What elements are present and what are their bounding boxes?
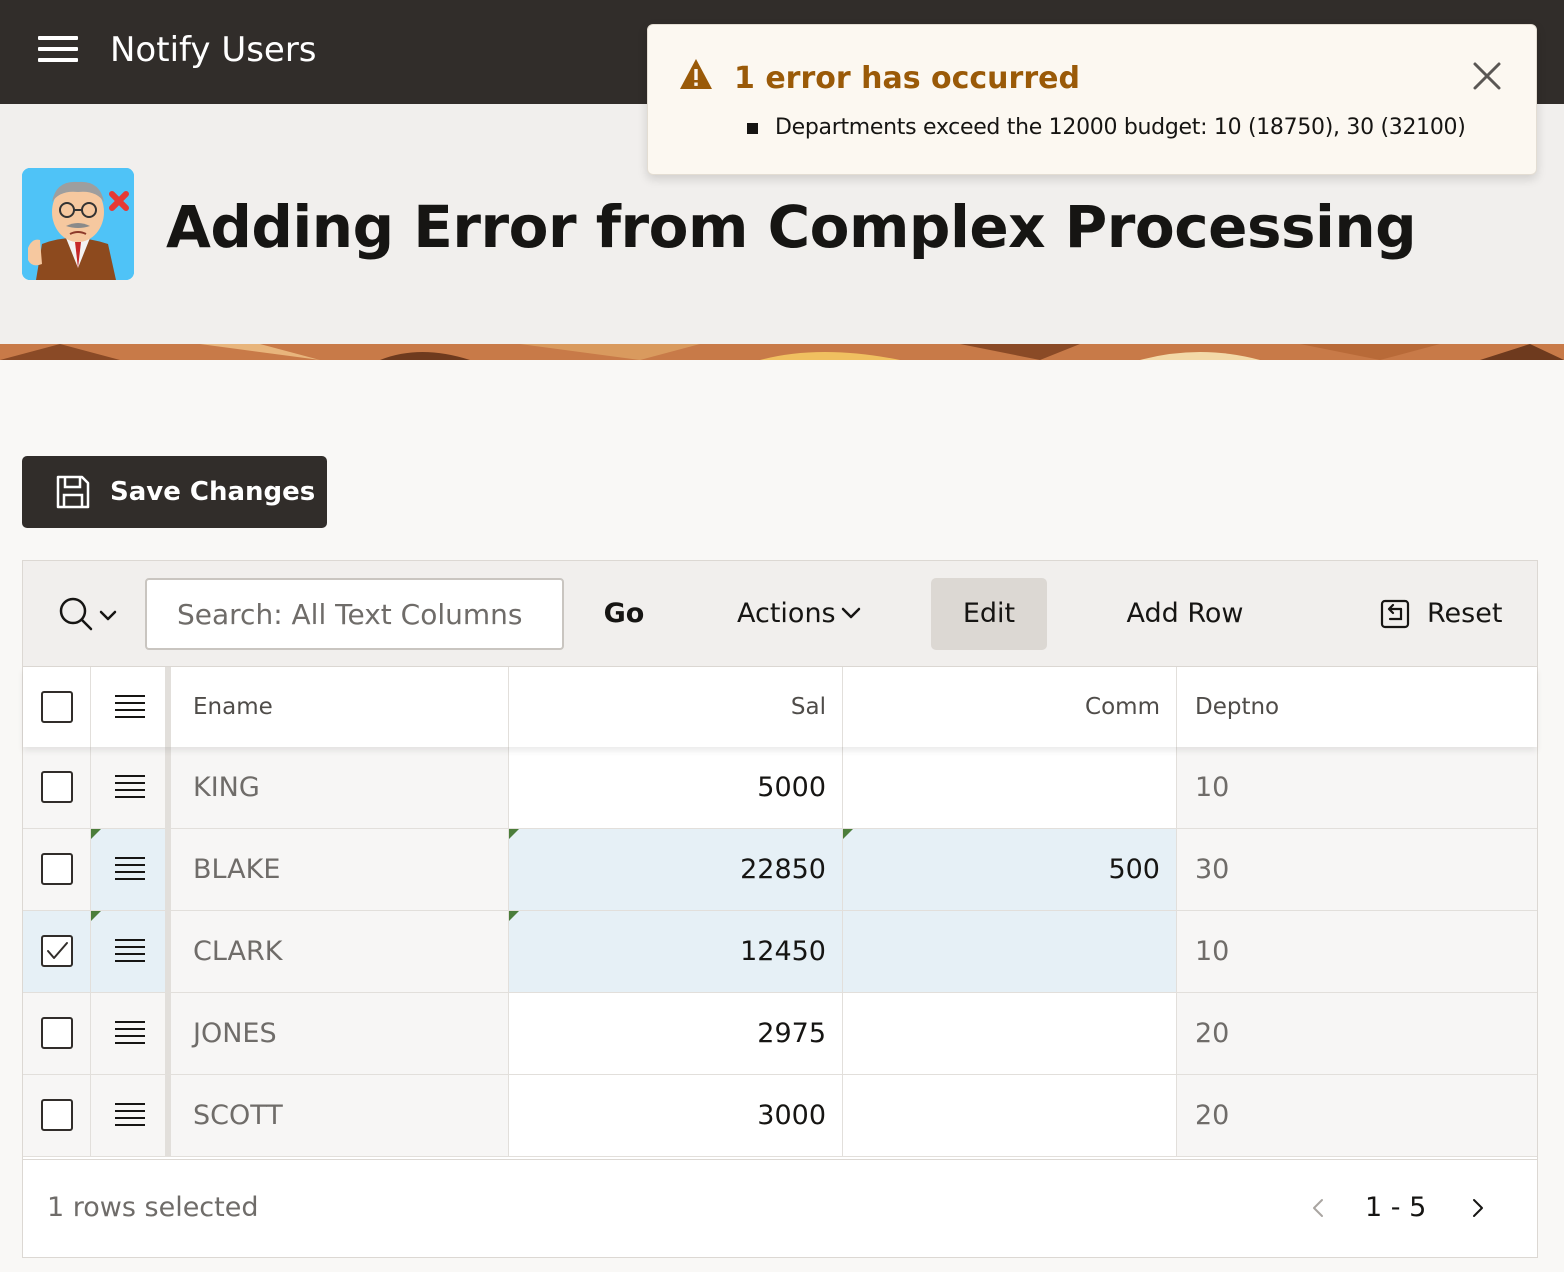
row-actions-cell [91,829,171,910]
close-icon[interactable] [1472,61,1502,91]
selection-status: 1 rows selected [47,1192,259,1223]
row-actions-cell [91,1075,171,1156]
row-actions-menu-icon[interactable] [115,773,145,801]
next-page-icon[interactable] [1465,1196,1489,1220]
save-changes-label: Save Changes [110,477,316,507]
grid-toolbar: Go Actions Edit Add Row Reset [23,561,1537,667]
go-button[interactable]: Go [589,578,659,650]
cell-comm[interactable] [843,1075,1177,1156]
actions-menu-button[interactable]: Actions [723,578,873,650]
row-actions-menu-icon[interactable] [115,1101,145,1129]
menu-icon[interactable] [38,36,78,62]
reset-label: Reset [1427,598,1503,629]
row-select-checkbox[interactable] [41,1017,73,1049]
warning-icon [678,57,714,91]
grid-footer: 1 rows selected 1 - 5 [23,1159,1537,1257]
reset-button[interactable]: Reset [1369,578,1509,650]
row-select-cell [23,911,91,992]
search-column-menu[interactable] [57,595,123,635]
decorative-banner [0,344,1564,360]
header-select-all-cell [23,667,91,747]
error-bullet [747,123,758,134]
row-actions-menu-icon[interactable] [115,937,145,965]
save-changes-button[interactable]: Save Changes [22,456,327,528]
header-row-actions-cell [91,667,171,747]
changed-row-indicator [91,911,101,921]
checkmark-icon [47,942,68,959]
actions-label: Actions [737,598,836,629]
cell-sal[interactable]: 12450 [509,911,843,992]
previous-page-icon[interactable] [1307,1196,1331,1220]
row-select-checkbox[interactable] [41,1099,73,1131]
cell-sal[interactable]: 22850 [509,829,843,910]
cell-comm[interactable] [843,747,1177,828]
cell-sal[interactable]: 3000 [509,1075,843,1156]
row-select-checkbox[interactable] [41,853,73,885]
changed-cell-indicator [843,829,853,839]
pagination-range: 1 - 5 [1365,1192,1427,1223]
changed-cell-indicator [509,829,519,839]
row-select-checkbox-checked[interactable] [41,935,73,967]
search-input[interactable] [145,578,564,650]
grid-body: KING 5000 10 BLAKE 22850 500 30 CLARK 12… [23,747,1537,1157]
row-actions-menu-icon[interactable] [115,855,145,883]
error-notification: 1 error has occurred Departments exceed … [647,24,1537,175]
cell-sal[interactable]: 2975 [509,993,843,1074]
select-all-checkbox[interactable] [41,691,73,723]
table-row: SCOTT 3000 20 [23,1075,1537,1157]
interactive-grid: Go Actions Edit Add Row Reset En [22,560,1538,1258]
row-actions-menu-icon[interactable] [115,1019,145,1047]
column-header-sal[interactable]: Sal [509,667,843,747]
column-header-ename[interactable]: Ename [175,667,509,747]
row-select-cell [23,1075,91,1156]
cell-deptno[interactable]: 30 [1177,829,1533,910]
table-row: KING 5000 10 [23,747,1537,829]
table-row: BLAKE 22850 500 30 [23,829,1537,911]
grid-header-row: Ename Sal Comm Deptno [23,667,1537,747]
cell-ename[interactable]: BLAKE [175,829,509,910]
error-title: 1 error has occurred [734,61,1080,96]
cell-ename[interactable]: SCOTT [175,1075,509,1156]
cell-sal-value: 22850 [740,854,826,885]
error-message[interactable]: Departments exceed the 12000 budget: 10 … [775,113,1466,143]
edit-button[interactable]: Edit [931,578,1047,650]
cell-deptno[interactable]: 10 [1177,747,1533,828]
cell-deptno[interactable]: 10 [1177,911,1533,992]
cell-comm[interactable]: 500 [843,829,1177,910]
cell-ename[interactable]: CLARK [175,911,509,992]
row-select-cell [23,747,91,828]
cell-ename[interactable]: KING [175,747,509,828]
cell-comm-value: 500 [1108,854,1160,885]
column-header-comm[interactable]: Comm [843,667,1177,747]
row-select-cell [23,993,91,1074]
save-icon [54,473,92,511]
row-select-checkbox[interactable] [41,771,73,803]
cell-deptno[interactable]: 20 [1177,1075,1533,1156]
row-actions-cell [91,993,171,1074]
header-menu-icon[interactable] [115,693,145,721]
table-row: CLARK 12450 10 [23,911,1537,993]
cell-sal-value: 12450 [740,936,826,967]
cell-ename[interactable]: JONES [175,993,509,1074]
app-title[interactable]: Notify Users [110,28,317,72]
cell-comm[interactable] [843,993,1177,1074]
cell-sal[interactable]: 5000 [509,747,843,828]
column-header-deptno[interactable]: Deptno [1177,667,1533,747]
table-row: JONES 2975 20 [23,993,1537,1075]
changed-cell-indicator [509,911,519,921]
row-actions-cell [91,747,171,828]
changed-row-indicator [91,829,101,839]
page-title: Adding Error from Complex Processing [166,193,1417,261]
cell-deptno[interactable]: 20 [1177,993,1533,1074]
page-icon [22,168,134,280]
row-actions-cell [91,911,171,992]
cell-comm[interactable] [843,911,1177,992]
add-row-button[interactable]: Add Row [1113,578,1257,650]
row-select-cell [23,829,91,910]
reset-icon [1380,599,1410,629]
chevron-down-icon [841,607,861,619]
